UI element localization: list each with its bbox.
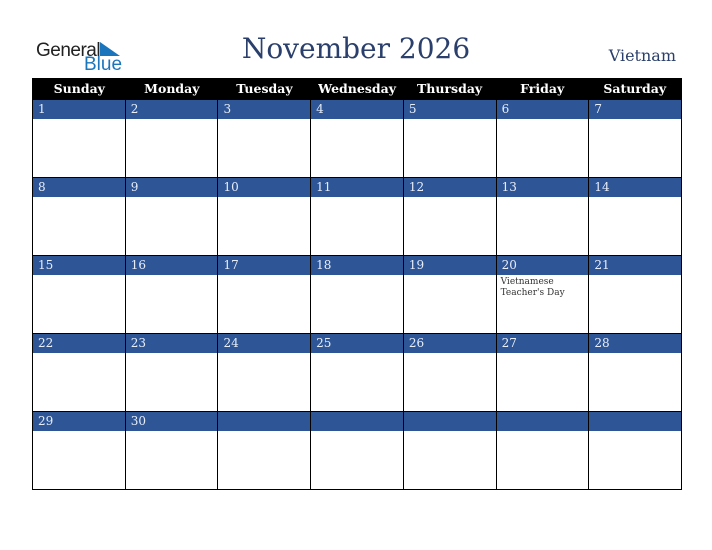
day-cell: 18 xyxy=(310,256,403,333)
day-number: 12 xyxy=(403,178,496,197)
day-cell: 24 xyxy=(217,334,311,411)
week-row: 1234567 xyxy=(33,100,682,177)
day-cell xyxy=(217,412,311,489)
day-number xyxy=(218,412,311,431)
day-number: 22 xyxy=(33,334,125,353)
day-number: 13 xyxy=(496,178,589,197)
day-number: 30 xyxy=(125,412,218,431)
day-cell: 29 xyxy=(33,412,125,489)
day-cell: 14 xyxy=(588,178,682,255)
day-cell: 19 xyxy=(402,256,496,333)
day-number: 20 xyxy=(496,256,589,275)
day-number: 2 xyxy=(125,100,218,119)
week-row: 8 9 10 11 12 13 14 xyxy=(33,177,682,255)
day-cell: 23 xyxy=(124,334,218,411)
weekday-tuesday: Tuesday xyxy=(236,81,293,96)
weekday-monday: Monday xyxy=(144,81,200,96)
weekday-thursday: Thursday xyxy=(416,81,483,96)
day-number: 28 xyxy=(589,334,682,353)
day-cell: 28 xyxy=(588,334,682,411)
calendar-grid: Sunday Monday Tuesday Wednesday Thursday… xyxy=(32,78,682,490)
day-cell: 11 xyxy=(310,178,403,255)
day-cell: 3 xyxy=(217,100,311,177)
holiday-event: Vietnamese Teacher's Day xyxy=(500,277,565,298)
day-number: 25 xyxy=(311,334,403,353)
day-cell: 7 xyxy=(588,100,682,177)
day-number: 1 xyxy=(33,100,125,119)
day-number: 5 xyxy=(403,100,496,119)
weekday-saturday: Saturday xyxy=(603,81,667,96)
day-number: 23 xyxy=(125,334,218,353)
day-number: 3 xyxy=(218,100,311,119)
country-label: Vietnam xyxy=(608,46,676,65)
weekday-sunday: Sunday xyxy=(53,81,105,96)
day-cell: 12 xyxy=(402,178,496,255)
day-cell: 4 xyxy=(310,100,403,177)
weekday-friday: Friday xyxy=(520,81,565,96)
day-cell: 25 xyxy=(310,334,403,411)
day-number: 6 xyxy=(496,100,589,119)
day-number: 15 xyxy=(33,256,125,275)
weekday-wednesday: Wednesday xyxy=(318,81,396,96)
day-number: 9 xyxy=(125,178,218,197)
day-cell xyxy=(402,412,496,489)
day-number: 10 xyxy=(218,178,311,197)
day-cell xyxy=(495,412,589,489)
day-number: 7 xyxy=(589,100,682,119)
week-row: 29 30 xyxy=(33,411,682,489)
day-cell: 22 xyxy=(33,334,125,411)
day-cell: 5 xyxy=(402,100,496,177)
calendar-title: November 2026 xyxy=(241,32,471,65)
day-number xyxy=(311,412,403,431)
day-cell: 20 Vietnamese Teacher's Day xyxy=(495,256,589,333)
day-number xyxy=(403,412,496,431)
day-number: 14 xyxy=(589,178,682,197)
day-cell xyxy=(310,412,403,489)
day-number: 11 xyxy=(311,178,403,197)
day-number: 21 xyxy=(589,256,682,275)
day-cell: 9 xyxy=(124,178,218,255)
day-cell: 30 xyxy=(124,412,218,489)
day-number: 27 xyxy=(496,334,589,353)
weekday-header: Sunday Monday Tuesday Wednesday Thursday… xyxy=(33,78,681,100)
week-row: 22 23 24 25 26 27 28 xyxy=(33,333,682,411)
day-cell: 21 xyxy=(588,256,682,333)
day-cell: 13 xyxy=(495,178,589,255)
day-cell: 27 xyxy=(495,334,589,411)
day-cell: 17 xyxy=(217,256,311,333)
day-cell: 10 xyxy=(217,178,311,255)
day-cell: 8 xyxy=(33,178,125,255)
day-number xyxy=(496,412,589,431)
day-number: 29 xyxy=(33,412,125,431)
day-cell: 1 xyxy=(33,100,125,177)
day-number: 19 xyxy=(403,256,496,275)
day-number: 8 xyxy=(33,178,125,197)
day-number: 17 xyxy=(218,256,311,275)
day-number: 24 xyxy=(218,334,311,353)
day-cell: 26 xyxy=(402,334,496,411)
week-row: 15 16 17 18 19 20 Vietnamese Teacher's Day 21 xyxy=(33,255,682,333)
day-cell: 15 xyxy=(33,256,125,333)
day-number: 18 xyxy=(311,256,403,275)
day-number xyxy=(589,412,682,431)
day-number: 26 xyxy=(403,334,496,353)
day-number: 4 xyxy=(311,100,403,119)
day-number: 16 xyxy=(125,256,218,275)
day-cell xyxy=(588,412,682,489)
day-cell: 16 xyxy=(124,256,218,333)
day-cell: 2 xyxy=(124,100,218,177)
day-cell: 6 xyxy=(495,100,589,177)
